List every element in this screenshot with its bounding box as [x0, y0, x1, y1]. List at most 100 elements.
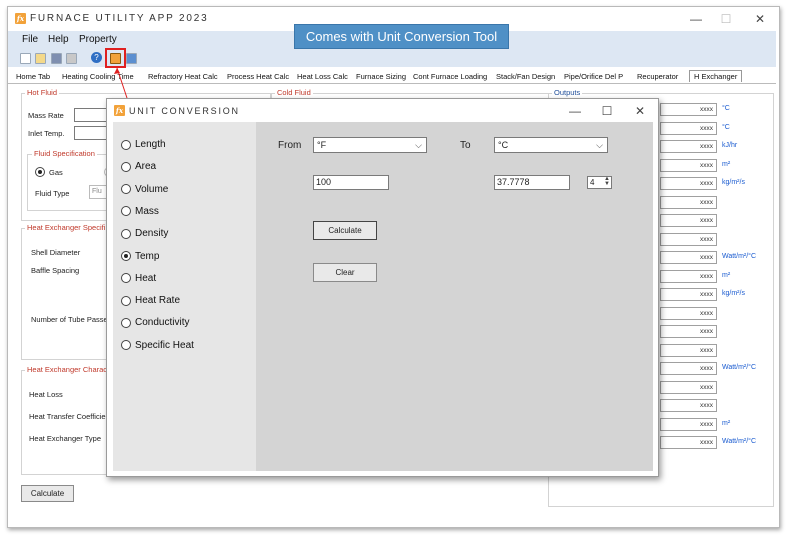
close-button[interactable]: ✕ [751, 12, 769, 26]
output-row: xxxx [660, 380, 770, 395]
tab-cont-furnace-loading[interactable]: Cont Furnace Loading [413, 72, 487, 81]
output-unit: °C [722, 105, 730, 112]
output-row: xxxx [660, 325, 770, 339]
menu-property[interactable]: Property [79, 34, 117, 45]
inlet-temp-label: Inlet Temp. [28, 129, 65, 138]
tab-process-heat-calc[interactable]: Process Heat Calc [227, 72, 289, 81]
unit-conversion-dialog: fx UNIT CONVERSION — ☐ ✕ Length Area Volum… [106, 98, 659, 477]
quantity-label: Mass [135, 205, 159, 217]
output-value[interactable]: xxxx [660, 399, 717, 412]
tab-stack-fan-design[interactable]: Stack/Fan Design [496, 72, 555, 81]
fluid-type-label: Fluid Type [35, 189, 70, 198]
stepper-arrows-icon[interactable]: ▲ ▼ [604, 176, 610, 187]
radio-button[interactable] [121, 295, 131, 306]
output-unit: kJ/hr [722, 142, 738, 149]
gas-radio[interactable] [35, 167, 45, 177]
output-value[interactable]: xxxx [660, 177, 717, 190]
output-row: xxxx m² [660, 269, 770, 284]
quantity-option-temp[interactable]: Temp [121, 251, 159, 262]
tab-home[interactable]: Home Tab [16, 72, 50, 81]
from-unit-select[interactable]: °F ⌵ [313, 137, 427, 153]
output-row: xxxx Watt/m²/°C [660, 251, 770, 265]
quantity-option-heat[interactable]: Heat [121, 273, 156, 284]
quantity-option-length[interactable]: Length [121, 139, 166, 150]
output-value[interactable]: xxxx [660, 269, 717, 283]
output-value[interactable]: xxxx [660, 325, 717, 338]
radio-button[interactable] [121, 139, 131, 150]
output-row: xxxx °C [660, 121, 770, 136]
output-value[interactable]: xxxx [660, 158, 717, 172]
quantity-option-heat-rate[interactable]: Heat Rate [121, 295, 180, 306]
tab-furnace-sizing[interactable]: Furnace Sizing [356, 72, 406, 81]
radio-button[interactable] [121, 228, 131, 239]
dialog-title: UNIT CONVERSION [129, 106, 240, 116]
quantity-label: Specific Heat [135, 339, 194, 351]
output-value[interactable]: xxxx [660, 195, 717, 209]
hx-type-label: Heat Exchanger Type [29, 434, 101, 443]
output-value[interactable]: xxxx [660, 214, 717, 227]
output-value[interactable]: xxxx [660, 251, 717, 264]
quantity-option-conductivity[interactable]: Conductivity [121, 317, 189, 328]
output-value[interactable]: xxxx [660, 343, 717, 357]
tab-refractory-heat-calc[interactable]: Refractory Heat Calc [148, 72, 218, 81]
decimals-value: 4 [590, 178, 595, 187]
fluid-spec-title: Fluid Specification [32, 149, 97, 158]
output-row: xxxx [660, 195, 770, 210]
quantity-option-density[interactable]: Density [121, 228, 168, 239]
maximize-button[interactable]: ☐ [717, 12, 735, 26]
dialog-close-button[interactable]: ✕ [631, 104, 649, 118]
tab-h-exchanger[interactable]: H Exchanger [689, 70, 743, 82]
output-value[interactable]: xxxx [660, 103, 717, 116]
output-unit: Watt/m²/°C [722, 438, 757, 445]
tab-heat-loss-calc[interactable]: Heat Loss Calc [297, 72, 348, 81]
to-value-output[interactable]: 37.7778 [494, 175, 570, 190]
new-file-icon[interactable] [20, 53, 31, 64]
calculate-button[interactable]: Calculate [313, 221, 377, 240]
menu-help[interactable]: Help [48, 34, 69, 45]
quantity-option-volume[interactable]: Volume [121, 184, 168, 195]
output-value[interactable]: xxxx [660, 306, 717, 320]
output-value[interactable]: xxxx [660, 436, 717, 449]
radio-button[interactable] [121, 340, 131, 351]
tab-pipe-orifice-del-p[interactable]: Pipe/Orifice Del P [564, 72, 623, 81]
output-value[interactable]: xxxx [660, 288, 717, 301]
menu-file[interactable]: File [22, 34, 38, 45]
quantity-option-specific-heat[interactable]: Specific Heat [121, 340, 194, 351]
quantity-option-area[interactable]: Area [121, 161, 156, 172]
quantity-label: Density [135, 228, 169, 240]
output-value[interactable]: xxxx [660, 232, 717, 246]
minimize-button[interactable]: — [687, 12, 705, 26]
to-unit-select[interactable]: °C ⌵ [494, 137, 608, 153]
decimals-stepper[interactable]: 4 ▲ ▼ [587, 176, 612, 189]
clear-button[interactable]: Clear [313, 263, 377, 282]
radio-button[interactable] [121, 206, 131, 217]
output-value[interactable]: xxxx [660, 140, 717, 153]
radio-button[interactable] [121, 273, 131, 284]
radio-button[interactable] [121, 317, 131, 328]
output-value[interactable]: xxxx [660, 121, 717, 135]
mass-rate-label: Mass Rate [28, 111, 64, 120]
output-row: xxxx Watt/m²/°C [660, 362, 770, 376]
radio-button[interactable] [121, 161, 131, 172]
quantity-option-mass[interactable]: Mass [121, 206, 159, 217]
gas-label: Gas [49, 168, 63, 177]
open-folder-icon[interactable] [35, 53, 46, 64]
output-value[interactable]: xxxx [660, 380, 717, 394]
hx-char-title: Heat Exchanger Charac [25, 365, 110, 374]
radio-button[interactable] [121, 184, 131, 195]
from-value-input[interactable]: 100 [313, 175, 389, 190]
from-unit-value: °F [317, 140, 327, 150]
output-row: xxxx [660, 343, 770, 358]
output-value[interactable]: xxxx [660, 417, 717, 431]
print-icon[interactable] [66, 53, 77, 64]
radio-button[interactable] [121, 251, 131, 261]
quantity-label: Heat [135, 272, 157, 284]
dialog-minimize-button[interactable]: — [566, 104, 584, 118]
quantity-label: Volume [135, 183, 169, 195]
calculate-main-button[interactable]: Calculate [21, 485, 74, 502]
output-value[interactable]: xxxx [660, 362, 717, 375]
dialog-maximize-button[interactable]: ☐ [598, 104, 616, 118]
save-icon[interactable] [51, 53, 62, 64]
tab-recuperator[interactable]: Recuperator [637, 72, 678, 81]
output-unit: Watt/m²/°C [722, 253, 757, 260]
